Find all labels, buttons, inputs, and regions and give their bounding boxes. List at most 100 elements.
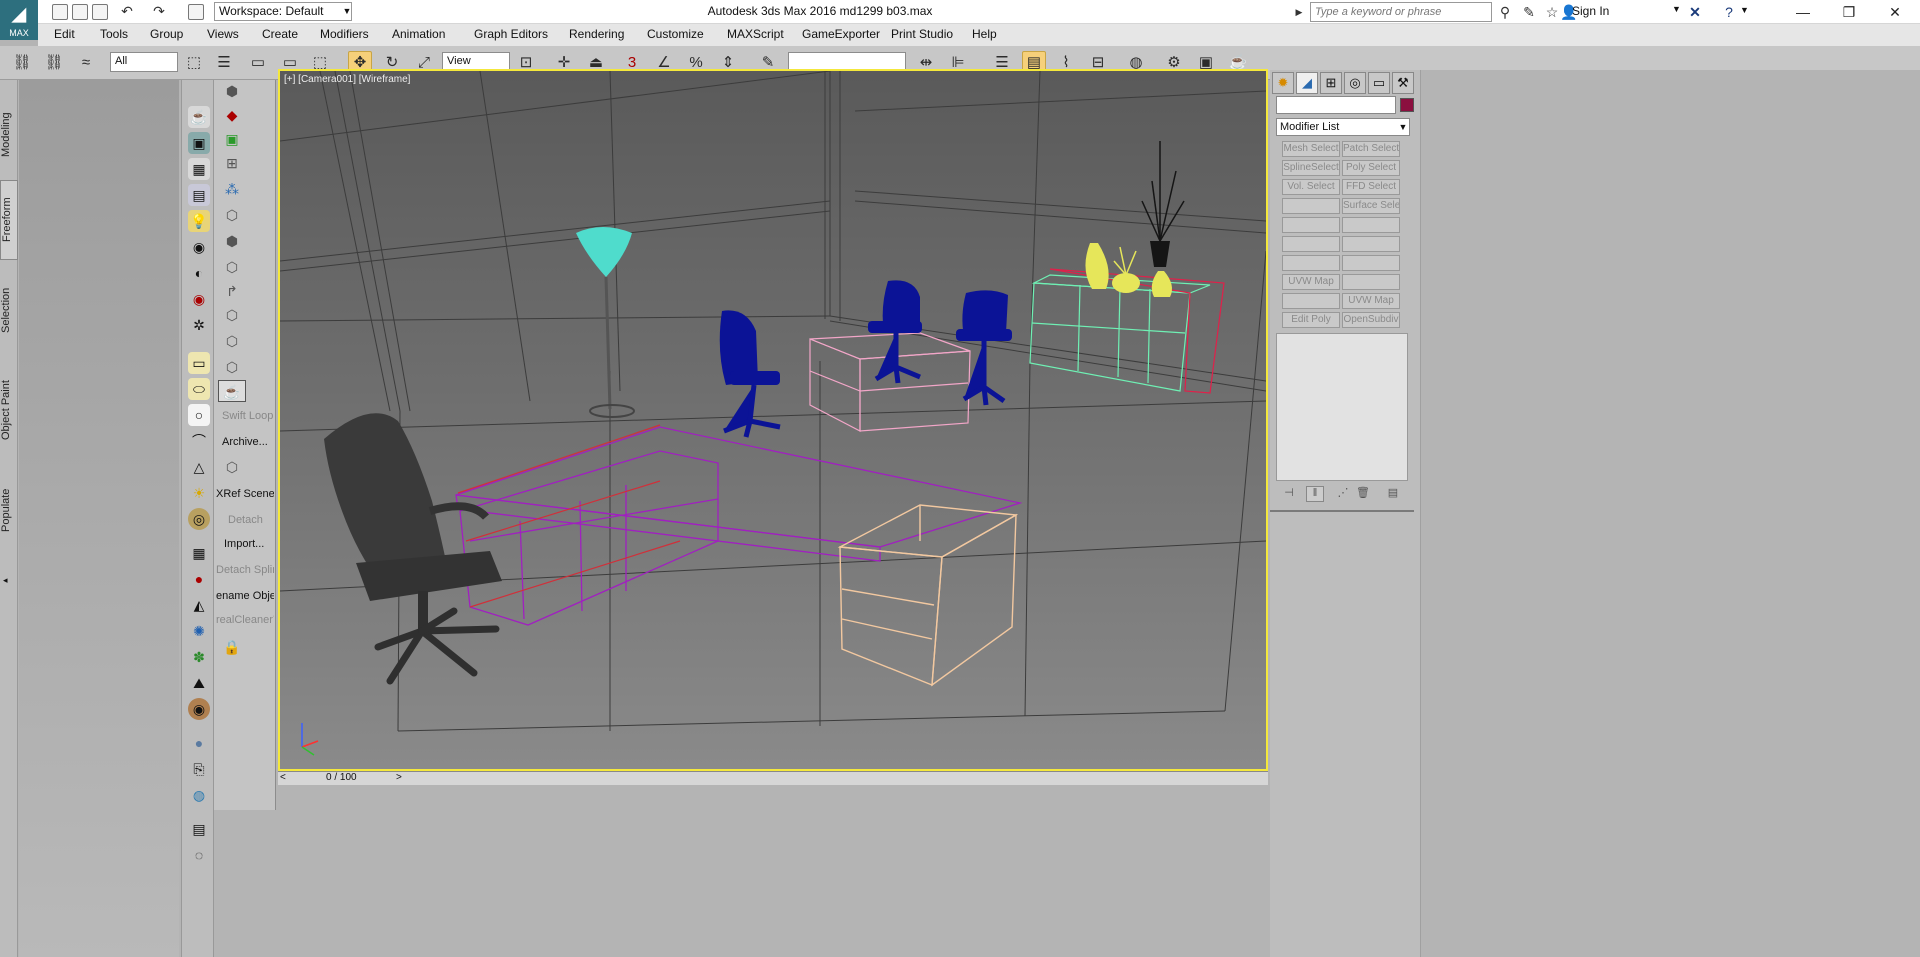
tab-freeform[interactable]: Freeform xyxy=(0,180,18,260)
menu-group[interactable]: Group xyxy=(150,27,183,41)
redo-icon[interactable]: ↷ xyxy=(150,2,168,20)
collapse-icon[interactable]: ⬡ xyxy=(218,356,246,378)
save-file-icon[interactable] xyxy=(92,4,108,20)
modifier-set-button[interactable] xyxy=(1282,217,1340,233)
subscription-icon[interactable]: ✎ xyxy=(1520,3,1538,21)
wood-sphere-icon[interactable]: ◉ xyxy=(188,698,210,720)
import-button[interactable]: Import... xyxy=(224,538,282,550)
modifier-set-button[interactable] xyxy=(1342,217,1400,233)
web-icon[interactable]: ◍ xyxy=(188,784,210,806)
menu-animation[interactable]: Animation xyxy=(392,27,445,41)
calculator-icon[interactable]: ▦ xyxy=(188,158,210,180)
rename-objects-button[interactable]: ename Objects xyxy=(216,590,274,602)
menu-views[interactable]: Views xyxy=(207,27,239,41)
object-color-swatch[interactable] xyxy=(1400,98,1414,112)
attach-list-icon[interactable]: ⬡ xyxy=(218,330,246,352)
basket-icon[interactable]: ⌒ xyxy=(188,430,210,452)
surface-select-button[interactable]: Surface Select xyxy=(1342,198,1400,214)
circle-icon[interactable]: ○ xyxy=(188,404,210,426)
menu-customize[interactable]: Customize xyxy=(647,27,704,41)
select-object-icon[interactable]: ⬚ xyxy=(182,51,206,75)
sign-in-button[interactable]: Sign In xyxy=(1572,4,1609,18)
exchange-icon[interactable]: ✕ xyxy=(1686,3,1704,21)
help-icon[interactable]: ? xyxy=(1720,3,1738,21)
plane-icon[interactable]: ▭ xyxy=(188,352,210,374)
selection-filter-dropdown[interactable]: All xyxy=(110,52,178,72)
menu-tools[interactable]: Tools xyxy=(100,27,128,41)
menu-create[interactable]: Create xyxy=(262,27,298,41)
image-viewer-icon[interactable]: ▣ xyxy=(188,132,210,154)
rectangle-selection-icon[interactable]: ▭ xyxy=(246,51,270,75)
search-input[interactable]: Type a keyword or phrase xyxy=(1310,2,1492,22)
search-expand-icon[interactable]: ▶ xyxy=(1290,3,1308,21)
material-icon[interactable]: ◆ xyxy=(218,104,246,126)
spreadsheet-icon[interactable]: ▤ xyxy=(188,184,210,206)
app-logo[interactable]: ◢ MAX xyxy=(0,0,38,40)
remove-modifier-icon[interactable]: 🗑 xyxy=(1354,486,1372,502)
modifier-list-dropdown[interactable]: Modifier List xyxy=(1276,118,1410,136)
script-icon[interactable]: ⎘ xyxy=(188,758,210,780)
chevron-down-icon[interactable]: ▼ xyxy=(1396,118,1410,136)
glass-sphere-icon[interactable]: ● xyxy=(188,732,210,754)
tab-create[interactable]: ✹ xyxy=(1272,72,1294,94)
menu-modifiers[interactable]: Modifiers xyxy=(320,27,369,41)
time-slider[interactable]: < 0 / 100 > xyxy=(278,771,1268,785)
viewport-label[interactable]: [+] [Camera001] [Wireframe] xyxy=(284,74,410,85)
unlink-icon[interactable]: ⛓ xyxy=(42,51,66,75)
favorites-star-icon[interactable]: ☆ xyxy=(1543,3,1561,21)
close-icon[interactable]: ✕ xyxy=(1872,0,1918,24)
camera-viewport[interactable]: [+] [Camera001] [Wireframe] xyxy=(278,69,1268,771)
attach-icon[interactable]: ⬡ xyxy=(218,304,246,326)
modifier-set-button[interactable] xyxy=(1282,293,1340,309)
lock-icon[interactable]: 🔒 xyxy=(218,636,246,658)
menu-print-studio[interactable]: Print Studio xyxy=(891,27,953,41)
modifier-set-button[interactable] xyxy=(1282,198,1340,214)
modifier-stack[interactable] xyxy=(1276,333,1408,481)
menu-maxscript[interactable]: MAXScript xyxy=(727,27,784,41)
layout-icon[interactable]: ▤ xyxy=(188,818,210,840)
tree-icon[interactable]: ✲ xyxy=(188,314,210,336)
tab-modeling[interactable]: Modeling xyxy=(0,100,18,170)
configure-sets-icon[interactable]: ▤ xyxy=(1384,486,1402,502)
modifier-set-button[interactable] xyxy=(1342,274,1400,290)
ffd-select-button[interactable]: FFD Select xyxy=(1342,179,1400,195)
blob-icon[interactable]: ⬭ xyxy=(188,378,210,400)
tab-populate[interactable]: Populate xyxy=(0,470,18,550)
teapot-box-icon[interactable]: ☕ xyxy=(218,380,246,402)
camera-icon[interactable]: ◉ xyxy=(188,236,210,258)
grid-plane-icon[interactable]: ▦ xyxy=(188,542,210,564)
menu-gameexporter[interactable]: GameExporter xyxy=(802,27,880,41)
minimize-icon[interactable]: — xyxy=(1780,0,1826,24)
select-by-name-icon[interactable]: ☰ xyxy=(212,51,236,75)
poly-select-button[interactable]: Poly Select xyxy=(1342,160,1400,176)
chevron-down-icon[interactable]: ▼ xyxy=(1740,5,1749,15)
tab-utilities[interactable]: ⚒ xyxy=(1392,72,1414,94)
show-end-result-icon[interactable]: ‖ xyxy=(1306,486,1324,502)
pin-stack-icon[interactable]: ⊣ xyxy=(1280,486,1298,502)
cube-icon[interactable]: ⬡ xyxy=(218,456,246,478)
link-icon[interactable]: ⛓ xyxy=(10,51,34,75)
chevron-down-icon[interactable]: ▼ xyxy=(340,2,354,21)
new-file-icon[interactable] xyxy=(52,4,68,20)
tab-selection[interactable]: Selection xyxy=(0,275,18,345)
spline-select-button[interactable]: SplineSelect xyxy=(1282,160,1340,176)
menu-help[interactable]: Help xyxy=(972,27,997,41)
opensubdiv-button[interactable]: OpenSubdiv xyxy=(1342,312,1400,328)
swift-loop-label[interactable]: Swift Loop xyxy=(222,410,280,422)
edit-poly-button[interactable]: Edit Poly xyxy=(1282,312,1340,328)
time-prev-button[interactable]: < xyxy=(280,772,286,783)
particle-icon[interactable]: ● xyxy=(188,568,210,590)
vol-select-button[interactable]: Vol. Select xyxy=(1282,179,1340,195)
chevron-down-icon[interactable]: ▼ xyxy=(1672,4,1681,14)
light-bulb-icon[interactable]: 💡 xyxy=(188,210,210,232)
modifier-set-button[interactable] xyxy=(1342,236,1400,252)
menu-graph-editors[interactable]: Graph Editors xyxy=(474,27,548,41)
modifier-set-button[interactable] xyxy=(1342,255,1400,271)
ribbon-toggle-icon[interactable]: ◂ xyxy=(3,575,8,586)
undo-icon[interactable]: ↶ xyxy=(118,2,136,20)
tab-hierarchy[interactable]: ⊞ xyxy=(1320,72,1342,94)
xref-scene-button[interactable]: XRef Scene... xyxy=(216,488,274,500)
make-unique-icon[interactable]: ⋰ xyxy=(1334,486,1352,502)
menu-rendering[interactable]: Rendering xyxy=(569,27,624,41)
teapot-icon[interactable]: ☕ xyxy=(188,106,210,128)
